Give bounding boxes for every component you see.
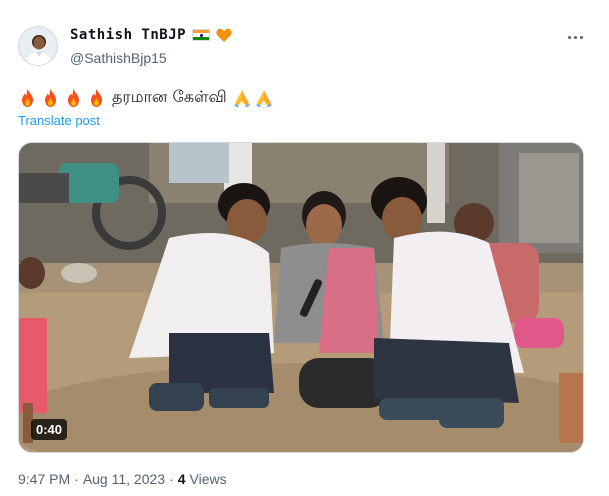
fire-icon [87, 88, 106, 108]
author-handle[interactable]: @SathishBjp15 [70, 50, 167, 66]
tweet-card: Sathish TnBJP @SathishBjp15 தரமான கேள்வி [0, 0, 609, 496]
tweet-body-text: தரமான கேள்வி [112, 87, 227, 106]
tweet-date[interactable]: Aug 11, 2023 [83, 471, 165, 487]
avatar[interactable] [18, 26, 58, 66]
tweet-meta: 9:47 PM · Aug 11, 2023 · 4 Views [18, 471, 227, 487]
orange-heart-icon [216, 28, 232, 43]
views-label: Views [189, 471, 227, 487]
more-options-icon[interactable] [563, 27, 587, 47]
folded-hands-icon [233, 88, 251, 108]
author-name-row: Sathish TnBJP [70, 27, 232, 43]
meta-separator: · [169, 471, 174, 487]
tweet-text: தரமான கேள்வி [18, 87, 277, 108]
fire-icon [18, 88, 37, 108]
video-player[interactable]: 0:40 [18, 142, 584, 453]
meta-separator: · [74, 471, 79, 487]
video-frame [19, 143, 583, 452]
fire-icon [64, 88, 83, 108]
display-name[interactable]: Sathish TnBJP [70, 27, 186, 43]
folded-hands-icon [255, 88, 273, 108]
tweet-time[interactable]: 9:47 PM [18, 471, 70, 487]
video-duration: 0:40 [31, 419, 68, 440]
views-count: 4 [177, 471, 186, 487]
fire-icon [41, 88, 60, 108]
translate-post-link[interactable]: Translate post [18, 113, 100, 128]
india-flag-icon [192, 29, 211, 41]
